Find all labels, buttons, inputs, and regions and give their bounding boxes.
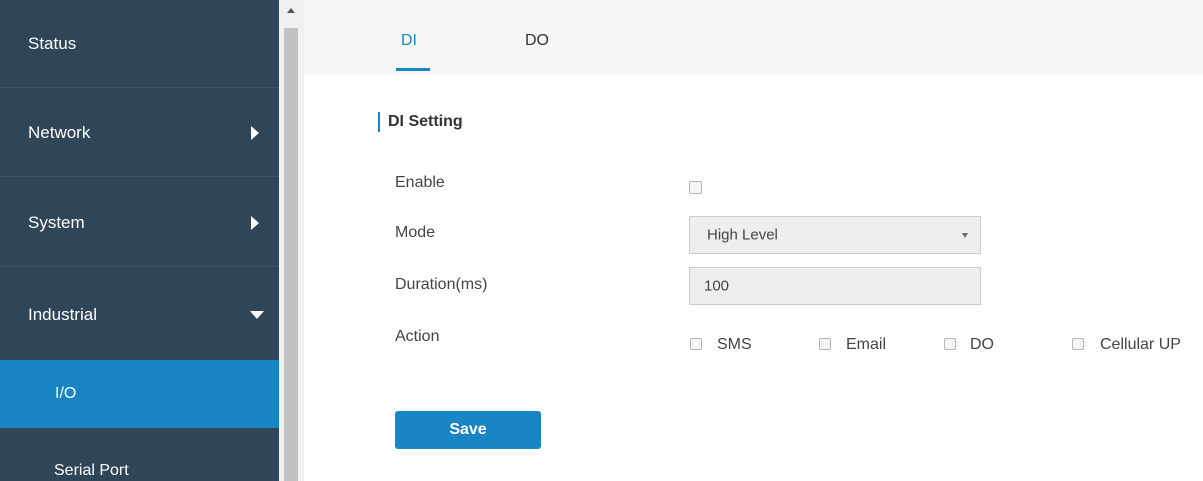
section-accent-bar (378, 112, 380, 132)
sidebar-item-label: Network (28, 122, 91, 142)
enable-label: Enable (395, 174, 445, 191)
action-do-label: DO (970, 336, 994, 353)
scroll-up-arrow-icon[interactable] (287, 8, 295, 13)
tab-do[interactable]: DO (525, 32, 549, 50)
duration-label: Duration(ms) (395, 276, 488, 293)
tab-di[interactable]: DI (401, 32, 417, 50)
sidebar-item-network[interactable]: Network (0, 89, 279, 177)
action-sms-checkbox[interactable] (690, 338, 702, 350)
dropdown-caret-icon (962, 233, 968, 238)
action-do-checkbox[interactable] (944, 338, 956, 350)
section-title: DI Setting (388, 113, 463, 130)
sidebar-item-label: System (28, 212, 85, 232)
sidebar-item-label: Industrial (28, 305, 97, 324)
enable-checkbox[interactable] (689, 181, 702, 194)
sidebar-subitem-serial-port[interactable]: Serial Port (0, 428, 279, 481)
main-content: DI DO DI Setting Enable Mode High Level … (304, 0, 1203, 481)
action-cellular-up-label: Cellular UP (1100, 336, 1181, 353)
active-tab-indicator (396, 68, 430, 71)
sidebar-item-system[interactable]: System (0, 179, 279, 267)
sidebar-item-industrial[interactable]: Industrial (0, 270, 279, 360)
action-label: Action (395, 328, 440, 345)
sidebar-subitem-label: I/O (55, 385, 77, 402)
sidebar-scrollbar[interactable] (279, 0, 304, 481)
sidebar-subitem-io[interactable]: I/O (0, 360, 279, 428)
chevron-right-icon (251, 215, 259, 230)
chevron-down-icon (250, 311, 264, 319)
chevron-right-icon (251, 125, 259, 140)
tab-bar: DI DO (304, 0, 1203, 75)
duration-input[interactable]: 100 (689, 267, 981, 305)
save-button[interactable]: Save (395, 411, 541, 449)
mode-label: Mode (395, 224, 436, 241)
action-email-checkbox[interactable] (819, 338, 831, 350)
scrollbar-thumb[interactable] (284, 28, 298, 481)
sidebar: Status Network System Industrial I/O Ser… (0, 0, 279, 481)
mode-select-value: High Level (707, 226, 778, 244)
duration-input-value: 100 (704, 277, 730, 295)
action-cellular-up-checkbox[interactable] (1072, 338, 1084, 350)
mode-select[interactable]: High Level (689, 216, 981, 254)
sidebar-item-label: Status (28, 33, 77, 53)
action-sms-label: SMS (717, 336, 752, 353)
sidebar-subitem-label: Serial Port (54, 462, 129, 479)
sidebar-item-status[interactable]: Status (0, 0, 279, 88)
action-email-label: Email (846, 336, 887, 353)
app-root: Status Network System Industrial I/O Ser… (0, 0, 1203, 481)
